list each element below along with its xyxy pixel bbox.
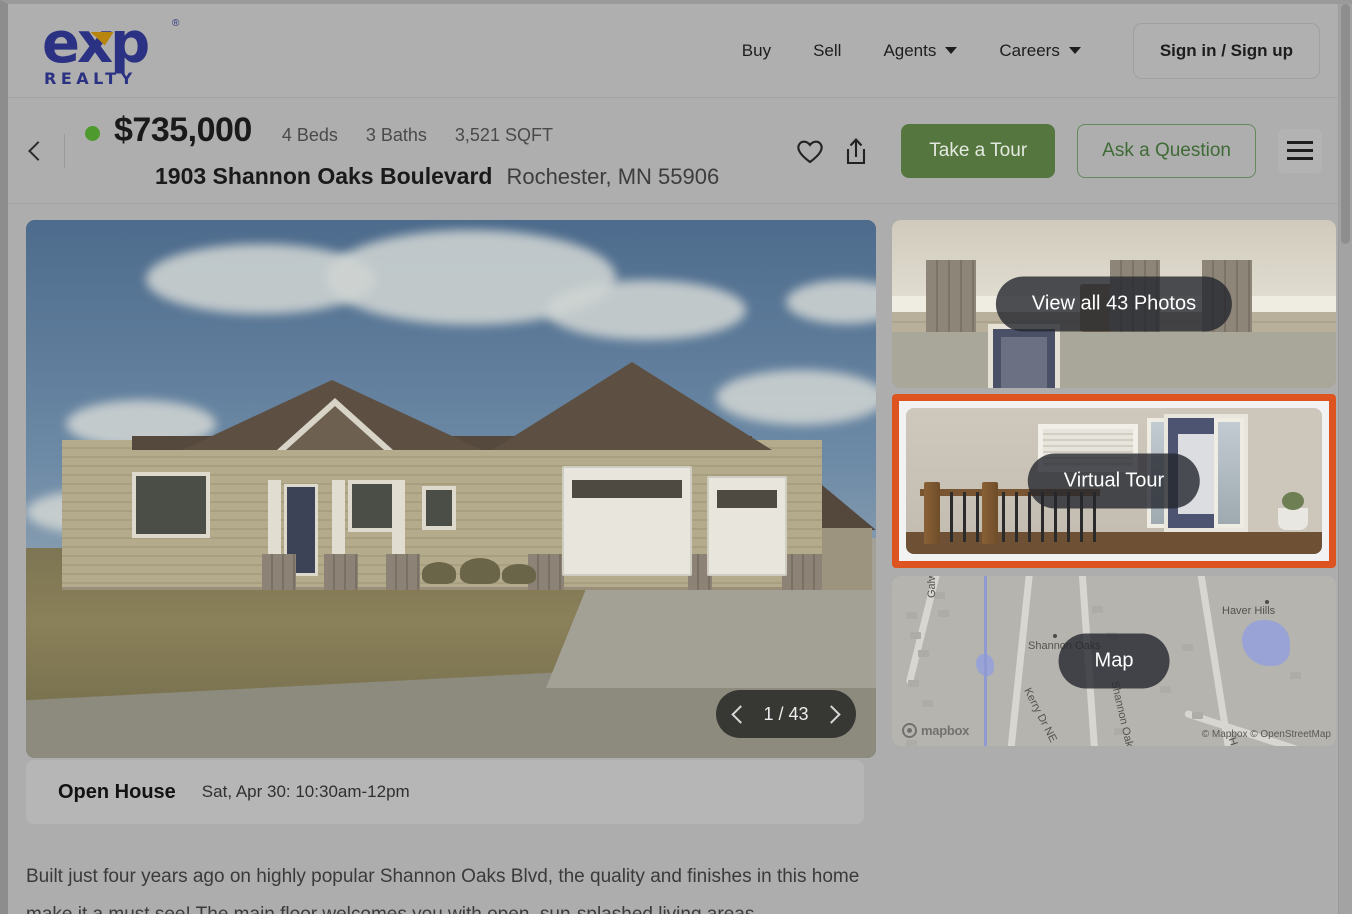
newel-post bbox=[982, 482, 998, 545]
heart-icon bbox=[797, 140, 823, 163]
nav-item-agents-label: Agents bbox=[883, 40, 937, 60]
potted-plant bbox=[1278, 492, 1308, 531]
shrub bbox=[502, 564, 536, 584]
ask-a-question-button[interactable]: Ask a Question bbox=[1077, 123, 1256, 178]
photo-carousel-controls: 1 / 43 bbox=[716, 690, 856, 738]
property-price-row: $735,000 4 Beds 3 Baths 3,521 SQFT bbox=[85, 111, 719, 155]
property-beds: 4 Beds bbox=[281, 125, 338, 145]
property-street-address: 1903 Shannon Oaks Boulevard bbox=[155, 163, 493, 189]
sign-in-sign-up-button[interactable]: Sign in / Sign up bbox=[1132, 22, 1320, 79]
nav-item-careers-label: Careers bbox=[999, 40, 1060, 60]
photo-gallery: 1 / 43 View all 43 Photos Virtual Tour S… bbox=[8, 204, 1346, 758]
take-a-tour-button[interactable]: Take a Tour bbox=[901, 123, 1056, 178]
page-content: exp ® REALTY Buy Sell Agents Careers Sig… bbox=[8, 4, 1346, 914]
garage-window bbox=[572, 480, 682, 498]
share-button[interactable] bbox=[833, 128, 879, 174]
map-stream bbox=[984, 576, 987, 746]
nav-item-sell[interactable]: Sell bbox=[813, 41, 841, 61]
map-tile[interactable]: Galway Ln NE Shannon Oaks Haver Hills Ke… bbox=[892, 576, 1336, 746]
house-structure bbox=[62, 362, 822, 590]
chevron-down-icon bbox=[945, 47, 958, 54]
registered-trademark-icon: ® bbox=[172, 17, 180, 29]
property-city-state-zip: Rochester, MN 55906 bbox=[506, 164, 720, 189]
property-header-bar: $735,000 4 Beds 3 Baths 3,521 SQFT 1903 … bbox=[8, 98, 1346, 204]
porch-gable-inner bbox=[286, 406, 384, 450]
front-window bbox=[422, 486, 456, 530]
shrub bbox=[422, 562, 456, 584]
gallery-side-column: View all 43 Photos Virtual Tour Shannon … bbox=[892, 220, 1336, 746]
property-summary: $735,000 4 Beds 3 Baths 3,521 SQFT 1903 … bbox=[85, 111, 719, 190]
stone-column-base bbox=[324, 554, 358, 590]
stone-column-base bbox=[926, 260, 976, 333]
hamburger-icon-line bbox=[1287, 149, 1313, 152]
nav-item-sell-label: Sell bbox=[813, 40, 842, 60]
stone-column-base bbox=[386, 554, 420, 590]
mapbox-wordmark: mapbox bbox=[921, 723, 970, 738]
stone-column-base bbox=[262, 554, 296, 590]
virtual-tour-highlight-box: Virtual Tour bbox=[892, 394, 1336, 569]
property-action-buttons: Take a Tour Ask a Question bbox=[787, 123, 1322, 178]
site-header: exp ® REALTY Buy Sell Agents Careers Sig… bbox=[8, 4, 1346, 98]
nav-item-agents[interactable]: Agents bbox=[883, 40, 958, 61]
newel-post bbox=[924, 482, 940, 545]
photo-counter: 1 / 43 bbox=[763, 703, 809, 724]
share-icon bbox=[847, 137, 866, 164]
property-address-row: 1903 Shannon Oaks Boulevard Rochester, M… bbox=[85, 163, 719, 190]
nav-item-careers[interactable]: Careers bbox=[999, 40, 1081, 61]
property-description: Built just four years ago on highly popu… bbox=[26, 866, 860, 914]
stone-column-base bbox=[1110, 260, 1160, 333]
porch-floor bbox=[892, 332, 1336, 389]
favorite-button[interactable] bbox=[787, 128, 833, 174]
front-window bbox=[132, 472, 210, 538]
garage-window bbox=[717, 490, 777, 508]
porch-front-door bbox=[988, 324, 1060, 389]
chevron-down-icon bbox=[1068, 47, 1081, 54]
map-label-haver-hills: Haver Hills bbox=[1222, 605, 1276, 618]
stone-accent bbox=[782, 554, 822, 590]
stone-column-base bbox=[1202, 260, 1252, 333]
garage-door bbox=[562, 466, 692, 576]
logo-wordmark: exp bbox=[42, 10, 150, 76]
virtual-tour-tile[interactable]: Virtual Tour bbox=[906, 408, 1322, 555]
property-baths: 3 Baths bbox=[365, 125, 427, 145]
cloud-shape bbox=[546, 280, 746, 340]
main-property-photo[interactable]: 1 / 43 bbox=[26, 220, 876, 758]
property-sqft: 3,521 SQFT bbox=[454, 125, 553, 145]
view-all-photos-tile[interactable]: View all 43 Photos bbox=[892, 220, 1336, 389]
nav-item-buy-label: Buy bbox=[741, 40, 772, 60]
back-button[interactable] bbox=[22, 138, 48, 164]
map-attribution: © Mapbox © OpenStreetMap bbox=[1201, 729, 1331, 740]
scrollbar-thumb[interactable] bbox=[1341, 4, 1350, 244]
hamburger-icon-line bbox=[1287, 141, 1313, 144]
map-label-galway-ln-ne: Galway Ln NE bbox=[926, 576, 938, 598]
map-label-shannon-oaks: Shannon Oaks bbox=[1028, 640, 1101, 653]
chevron-right-icon[interactable] bbox=[822, 704, 841, 724]
logo-realty-text: REALTY bbox=[44, 68, 137, 88]
shrub bbox=[460, 558, 500, 584]
menu-button[interactable] bbox=[1278, 128, 1322, 173]
listing-details: Open House Sat, Apr 30: 10:30am-12pm Bui… bbox=[8, 746, 876, 914]
stair-balusters bbox=[924, 492, 1100, 543]
door-glass bbox=[1001, 337, 1047, 389]
browser-page-frame: exp ® REALTY Buy Sell Agents Careers Sig… bbox=[0, 0, 1352, 914]
mapbox-mark-icon bbox=[902, 723, 917, 738]
interior-window bbox=[1038, 424, 1138, 473]
property-price: $735,000 bbox=[114, 111, 252, 149]
chevron-left-icon[interactable] bbox=[731, 704, 750, 724]
mapbox-logo: mapbox bbox=[902, 723, 969, 738]
open-house-label: Open House bbox=[58, 780, 176, 803]
garage-door bbox=[707, 476, 787, 576]
open-house-time: Sat, Apr 30: 10:30am-12pm bbox=[201, 782, 410, 801]
open-house-banner: Open House Sat, Apr 30: 10:30am-12pm bbox=[26, 760, 864, 824]
primary-nav: Buy Sell Agents Careers bbox=[742, 41, 1081, 61]
nav-item-buy[interactable]: Buy bbox=[742, 41, 771, 61]
hamburger-icon-line bbox=[1287, 157, 1313, 160]
roof-gable-right bbox=[492, 362, 772, 450]
active-status-dot-icon bbox=[85, 125, 100, 141]
exp-realty-logo[interactable]: exp ® REALTY bbox=[38, 14, 188, 88]
door-sidelight bbox=[1214, 418, 1244, 529]
header-divider bbox=[64, 133, 65, 168]
page-scrollbar[interactable] bbox=[1338, 4, 1352, 914]
